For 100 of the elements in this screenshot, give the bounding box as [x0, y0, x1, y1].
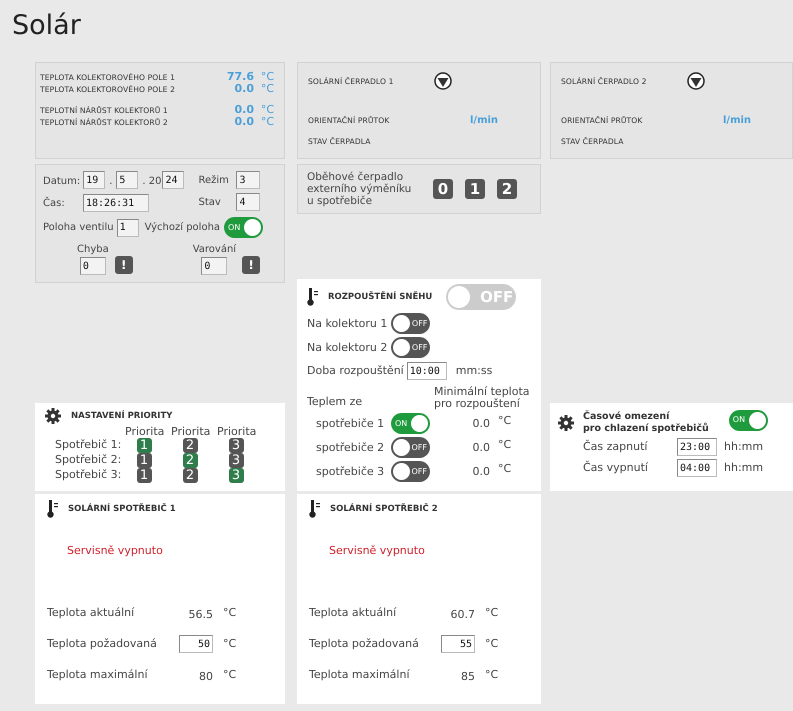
unit-label: °C — [260, 69, 274, 84]
pump-mode-button[interactable]: 0 — [433, 179, 453, 200]
temperature-value: 0.0 — [472, 440, 490, 456]
pump-label: externího výměníku — [307, 183, 412, 196]
separator: . — [109, 175, 112, 190]
pump-label: u spotřebiče — [307, 195, 372, 208]
field-label: Teplota požadovaná — [309, 636, 420, 652]
section-title: SOLÁRNÍ SPOTŘEBIČ 2 — [330, 503, 438, 516]
column-heading: pro rozpouštení — [434, 398, 520, 410]
unit-label: °C — [485, 636, 498, 652]
thermometer-icon — [47, 500, 59, 518]
option-label: spotřebiče 2 — [316, 440, 386, 456]
priority-button[interactable]: 1 — [136, 438, 152, 454]
pump-mode-button[interactable]: 1 — [465, 179, 485, 200]
state-field[interactable]: 4 — [236, 193, 260, 212]
field-label: Datum: — [43, 175, 80, 190]
pump-label: Oběhové čerpadlo — [307, 171, 404, 184]
priority-button[interactable]: 2 — [182, 438, 198, 454]
priority-button[interactable]: 1 — [136, 468, 152, 484]
page-title: Solár — [12, 10, 81, 42]
warning-field[interactable]: 0 — [201, 257, 228, 276]
section-title: SOLÁRNÍ SPOTŘEBIČ 1 — [68, 503, 176, 516]
field-label: Teplota požadovaná — [47, 636, 158, 652]
temperature-value: 80 — [198, 668, 213, 685]
temperature-value: 60.7 — [450, 606, 475, 623]
option-label: Na kolektoru 1 — [307, 316, 388, 332]
priority-button[interactable]: 2 — [182, 468, 198, 484]
pump-mode-button[interactable]: 2 — [497, 179, 517, 200]
toggle-switch[interactable]: ON — [224, 217, 264, 238]
sensor-value: 77.6 — [226, 69, 254, 84]
sensor-value: 0.0 — [234, 102, 254, 116]
field-label: Teplota aktuální — [309, 605, 398, 622]
toggle-switch[interactable]: OFF — [391, 437, 430, 458]
unit-label: mm:ss — [456, 363, 492, 380]
unit-label: °C — [223, 636, 236, 652]
pump-icon — [434, 72, 452, 90]
time-field[interactable]: 04:00 — [677, 459, 717, 478]
toggle-switch[interactable]: ON — [728, 410, 768, 431]
mode-field[interactable]: 3 — [236, 171, 260, 190]
unit-label: hh:mm — [724, 439, 764, 456]
sensor-value: 0.0 — [234, 81, 254, 98]
section-title: Časové omezení — [583, 411, 670, 422]
priority-button[interactable]: 3 — [228, 468, 244, 484]
time-field[interactable]: 23:00 — [677, 438, 717, 456]
unit-label: °C — [223, 605, 236, 622]
unit-label: hh:mm — [724, 460, 764, 476]
priority-button[interactable]: 1 — [136, 453, 152, 468]
unit-label: °C — [485, 605, 498, 622]
alarm-label: Chyba — [77, 243, 109, 258]
field-label: Stav — [198, 196, 222, 210]
temperature-value: 56.5 — [188, 606, 213, 623]
alarm-label: Varování — [192, 243, 236, 258]
status-text: Servisně vypnuto — [329, 543, 425, 560]
unit-label: °C — [260, 81, 274, 98]
temperature-field[interactable]: 50 — [179, 635, 213, 654]
separator: . 20 — [142, 175, 162, 190]
temperature-value: 0.0 — [472, 464, 490, 480]
toggle-switch[interactable]: ON — [391, 413, 430, 434]
priority-button[interactable]: 2 — [182, 453, 198, 468]
status-text: Servisně vypnuto — [67, 543, 163, 560]
priority-button[interactable]: 3 — [228, 453, 244, 468]
row-label: Spotřebič 3: — [55, 468, 122, 484]
thermometer-icon — [307, 288, 319, 306]
toggle-switch[interactable]: OFF — [391, 313, 430, 334]
gear-icon — [45, 408, 61, 424]
valve-field[interactable]: 1 — [116, 218, 139, 237]
column-heading: Teplem ze — [307, 394, 364, 410]
flow-unit: l/min — [470, 114, 498, 128]
column-heading: Priorita — [125, 426, 166, 438]
unit-label: °C — [260, 114, 274, 130]
toggle-switch[interactable]: OFF — [391, 461, 430, 482]
thermometer-icon — [309, 500, 321, 518]
field-label: Čas: — [43, 196, 66, 211]
field-label: Teplota aktuální — [47, 605, 136, 622]
column-heading: Priorita — [217, 426, 258, 438]
priority-button[interactable]: 3 — [228, 438, 244, 454]
column-heading: Priorita — [171, 426, 212, 438]
field-label: Poloha ventilu — [43, 221, 114, 236]
month-field[interactable]: 5 — [116, 171, 138, 190]
unit-label: °C — [260, 102, 274, 116]
field-label: Čas vypnutí — [583, 460, 649, 476]
toggle-switch[interactable]: OFF — [391, 337, 430, 358]
option-label: spotřebiče 1 — [316, 416, 386, 432]
year-field[interactable]: 24 — [162, 171, 184, 190]
error-field[interactable]: 0 — [80, 257, 106, 276]
pump-icon — [687, 72, 705, 90]
unit-label: °C — [223, 667, 236, 684]
unit-label: °C — [498, 436, 512, 453]
column-heading: Minimální teplota — [434, 386, 530, 398]
option-label: spotřebiče 3 — [316, 464, 386, 480]
temperature-value: 0.0 — [472, 416, 490, 432]
temperature-value: 85 — [460, 668, 475, 685]
flow-unit: l/min — [723, 114, 752, 128]
duration-field[interactable]: 10:00 — [406, 362, 447, 380]
row-label: Spotřebič 1: — [55, 438, 122, 454]
time-field[interactable]: 18:26:31 — [83, 194, 149, 212]
temperature-field[interactable]: 55 — [441, 635, 475, 654]
day-field[interactable]: 19 — [83, 171, 106, 190]
field-label: Teplota maximální — [309, 667, 411, 684]
alert-mark: ! — [114, 256, 133, 274]
